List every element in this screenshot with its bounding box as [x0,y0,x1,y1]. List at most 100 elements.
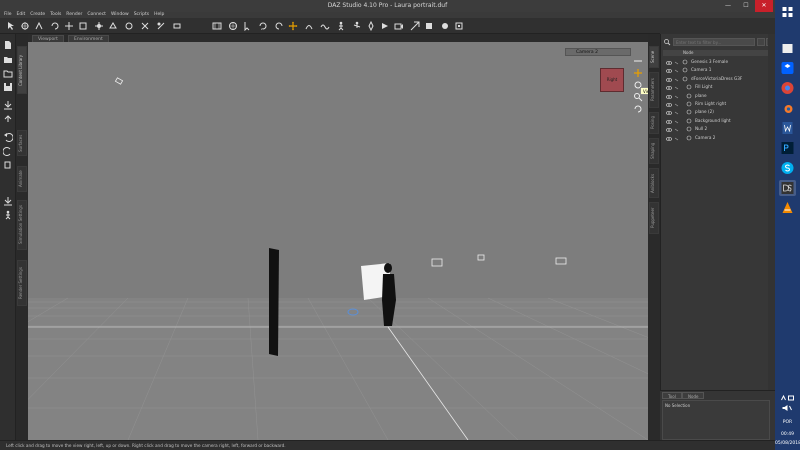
undo-icon[interactable] [3,132,14,142]
lock-icon[interactable] [674,60,679,65]
spotlight-tool-icon[interactable] [140,21,150,31]
scene-search-input[interactable] [673,38,755,46]
lock-icon[interactable] [674,119,679,124]
visibility-eye-icon[interactable] [665,110,673,116]
visibility-eye-icon[interactable] [665,127,673,133]
tab-environment[interactable]: Environment [68,35,109,42]
twist-icon[interactable] [274,21,284,31]
node-select-icon[interactable] [20,21,30,31]
tree-node-row[interactable]: Rim Light right [663,100,774,108]
lock-icon[interactable] [674,85,679,90]
frame-icon[interactable] [228,21,238,31]
render-icon[interactable] [380,21,390,31]
pointer-icon[interactable] [242,21,252,32]
joint-editor-icon[interactable] [34,21,44,31]
universal-tool-icon[interactable] [108,21,118,31]
tab-puppeteer[interactable]: Puppeteer [649,202,659,234]
tab-content-library[interactable]: Content Library [17,46,27,94]
tab-posing[interactable]: Posing [649,112,659,134]
tree-node-row[interactable]: Camera 1 [663,66,774,74]
view-cube[interactable]: Right [600,68,624,92]
visibility-eye-icon[interactable] [665,85,673,91]
redo-icon[interactable] [2,146,13,156]
tab-shaping[interactable]: Shaping [649,138,659,164]
settings-icon[interactable] [454,21,464,31]
tree-node-row[interactable]: Null 2 [663,125,774,133]
maximize-button[interactable]: ☐ [737,0,755,12]
clock-time[interactable]: 00:49 [775,432,800,437]
daz-studio-icon[interactable] [779,180,796,196]
figure-setup-icon[interactable] [3,210,13,220]
tree-node-row[interactable]: Background light [663,117,774,125]
vlc-icon[interactable] [779,200,796,216]
figure-icon[interactable] [336,21,346,31]
visibility-eye-icon[interactable] [665,102,673,107]
tree-node-row[interactable]: plane [663,92,774,100]
import-icon[interactable] [3,100,13,110]
visibility-eye-icon[interactable] [665,94,673,99]
geometry-editor-icon[interactable] [124,21,134,31]
move-active-icon[interactable] [288,21,298,31]
volume-icon[interactable] [779,404,796,412]
tree-node-row[interactable]: plane (2) [663,108,774,116]
render-frame-icon[interactable] [212,21,222,31]
system-tray-icons[interactable] [779,394,796,402]
tab-scene[interactable]: Scene [649,46,659,68]
smooth-icon[interactable] [320,21,330,31]
photoshop-icon[interactable] [779,140,796,156]
tab-viewport[interactable]: Viewport [32,35,64,42]
tree-node-row[interactable]: Fill Light [663,83,774,91]
tab-surfaces[interactable]: Surfaces [17,130,27,156]
word-icon[interactable] [779,120,796,136]
dropbox-icon[interactable] [779,60,796,76]
tab-aniblocks[interactable]: Aniblocks [649,168,659,198]
rotate-tool-icon[interactable] [50,21,60,31]
camera-selector[interactable]: Camera 2 [565,48,631,56]
camera-menu-icon[interactable] [633,56,643,66]
scale-tool-icon[interactable] [78,21,88,31]
tree-node-row[interactable]: Camera 2 [663,134,774,142]
region-nav-icon[interactable] [172,21,182,31]
node-aim-icon[interactable] [410,21,420,31]
lock-icon[interactable] [674,68,679,73]
lock-icon[interactable] [674,136,679,140]
tree-node-row[interactable]: Genesis 3 Female [663,58,774,66]
new-scene-icon[interactable] [3,40,13,50]
surface-selection-icon[interactable] [156,21,166,31]
copy-icon[interactable] [3,160,13,170]
scene-options-button[interactable] [757,38,765,46]
translate-tool-icon[interactable] [64,21,74,31]
merge-file-icon[interactable] [3,68,13,78]
orbit-icon[interactable] [633,104,643,114]
visibility-eye-icon[interactable] [665,68,673,74]
tab-node[interactable]: Node [682,392,705,399]
pin-icon[interactable] [366,20,376,32]
windows-start-icon[interactable] [779,4,796,20]
visibility-eye-icon[interactable] [665,60,673,65]
close-button[interactable]: ✕ [755,0,773,12]
minimize-button[interactable]: — [719,0,737,12]
chrome-icon[interactable] [779,80,796,96]
select-tool-icon[interactable] [6,21,16,31]
lock-icon[interactable] [674,94,679,98]
tab-animate[interactable]: Animate [17,166,27,192]
export-icon[interactable] [3,114,13,124]
lock-icon[interactable] [674,110,679,115]
tab-render-settings[interactable]: Render Settings [17,260,27,306]
rotate-view-icon[interactable] [258,21,268,31]
clock-date[interactable]: 05/08/2018 [775,441,800,446]
pose-icon[interactable] [352,21,362,31]
lock-icon[interactable] [674,77,679,82]
pan-icon[interactable] [633,68,643,78]
drop-figure-icon[interactable] [3,196,13,206]
tree-node-row[interactable]: dForceVictoriaDress G3F [663,75,774,83]
lock-icon[interactable] [674,102,679,107]
lock-icon[interactable] [674,127,679,132]
scene-scrollbar[interactable] [768,34,775,390]
tab-parameters[interactable]: Parameters [649,72,659,108]
spot-render-icon[interactable] [440,21,450,31]
visibility-eye-icon[interactable] [665,77,673,82]
save-icon[interactable] [3,82,13,92]
tab-tool[interactable]: Tool [662,392,682,399]
skype-icon[interactable] [779,160,796,176]
